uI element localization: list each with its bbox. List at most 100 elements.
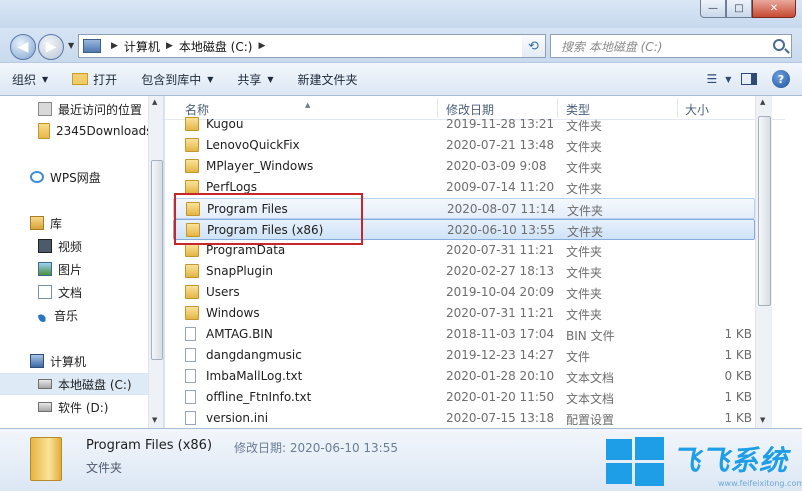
drive-icon xyxy=(38,402,52,412)
folder-icon xyxy=(185,180,199,194)
new-folder-label: 新建文件夹 xyxy=(297,72,358,87)
file-date: 2020-01-28 20:10 xyxy=(446,369,555,383)
windows-logo-icon xyxy=(606,437,664,486)
breadcrumb-computer[interactable]: 计算机 xyxy=(124,38,160,55)
video-icon xyxy=(38,239,52,253)
nav-item-local-disk-c[interactable]: 本地磁盘 (C:) xyxy=(0,373,150,395)
file-date: 2009-07-14 11:20 xyxy=(446,180,555,194)
view-options-button[interactable]: ☰ ▼ xyxy=(704,67,734,91)
file-type: 文件夹 xyxy=(567,225,604,239)
file-name: ImbaMallLog.txt xyxy=(206,369,303,383)
nav-item-recent-places[interactable]: 最近访问的位置 xyxy=(0,98,150,120)
document-icon xyxy=(38,285,52,299)
file-name: AMTAG.BIN xyxy=(206,327,273,341)
file-row-snapplugin[interactable]: SnapPlugin 2020-02-27 18:13 文件夹 xyxy=(173,261,755,282)
file-date: 2020-03-09 9:08 xyxy=(446,159,547,173)
file-row-lenovoquickfix[interactable]: LenovoQuickFix 2020-07-21 13:48 文件夹 xyxy=(173,135,755,156)
file-type: BIN 文件 xyxy=(566,329,615,343)
search-input[interactable]: 搜索 本地磁盘 (C:) xyxy=(550,34,792,58)
scroll-down-icon[interactable]: ▼ xyxy=(760,416,765,424)
file-date: 2020-07-15 13:18 xyxy=(446,411,555,425)
scrollbar-thumb[interactable] xyxy=(758,116,771,306)
scrollbar-thumb[interactable] xyxy=(151,160,163,360)
folder-large-icon xyxy=(30,437,62,481)
file-name: ProgramData xyxy=(206,243,286,257)
file-row-version-ini[interactable]: version.ini 2020-07-15 13:18 配置设置 1 KB xyxy=(173,408,755,428)
address-bar[interactable]: ▶ 计算机 ▶ 本地磁盘 (C:) ▶ ▼ xyxy=(78,34,540,58)
file-list-scrollbar[interactable]: ▲ ▼ xyxy=(755,96,772,428)
breadcrumb-separator-icon[interactable]: ▶ xyxy=(258,41,265,51)
forward-button[interactable]: ▶ xyxy=(38,34,64,60)
file-type: 文件夹 xyxy=(566,161,603,175)
file-name: PerfLogs xyxy=(206,180,258,194)
close-button[interactable]: ✕ xyxy=(752,0,796,18)
nav-item-computer[interactable]: 计算机 xyxy=(0,350,150,372)
annotation-highlight-box xyxy=(174,193,363,245)
maximize-button[interactable]: □ xyxy=(726,0,752,18)
organize-label: 组织 xyxy=(12,72,37,87)
folder-icon xyxy=(185,243,199,257)
watermark-url: www.feifeixitong.com xyxy=(718,479,802,488)
scroll-up-icon[interactable]: ▲ xyxy=(760,98,765,106)
nav-item-label: 软件 (D:) xyxy=(58,400,109,415)
computer-icon xyxy=(83,39,101,53)
sort-ascending-icon: ▲ xyxy=(305,101,311,109)
file-name: version.ini xyxy=(206,411,269,425)
window-controls: — □ ✕ xyxy=(700,0,796,18)
nav-item-software-d[interactable]: 软件 (D:) xyxy=(0,396,150,418)
organize-button[interactable]: 组织 ▼ xyxy=(0,63,60,95)
nav-item-libraries[interactable]: 库 xyxy=(0,212,150,234)
nav-item-2345downloads[interactable]: 2345Downloads xyxy=(0,120,150,142)
back-button[interactable]: ◀ xyxy=(10,34,36,60)
file-type: 文件夹 xyxy=(566,119,603,133)
chevron-down-icon: ▼ xyxy=(725,74,732,84)
nav-item-label: 本地磁盘 (C:) xyxy=(58,377,132,392)
nav-item-music[interactable]: 音乐 xyxy=(0,304,150,326)
file-type: 文件夹 xyxy=(566,287,603,301)
nav-item-wps-cloud[interactable]: WPS网盘 xyxy=(0,166,150,188)
file-row-windows[interactable]: Windows 2020-07-31 11:21 文件夹 xyxy=(173,303,755,324)
scroll-up-icon[interactable]: ▲ xyxy=(152,98,157,106)
recent-places-icon xyxy=(38,102,52,116)
details-item-name: Program Files (x86) xyxy=(86,438,213,453)
open-folder-icon xyxy=(72,73,89,85)
share-button[interactable]: 共享 ▼ xyxy=(225,63,285,95)
title-bar: — □ ✕ xyxy=(0,0,802,28)
folder-icon xyxy=(185,306,199,320)
file-row-imbamalllog[interactable]: ImbaMallLog.txt 2020-01-28 20:10 文本文档 0 KB xyxy=(173,366,755,387)
file-date: 2019-10-04 20:09 xyxy=(446,285,555,299)
scroll-down-icon[interactable]: ▼ xyxy=(152,416,157,424)
file-row-offline-ftninfo[interactable]: offline_FtnInfo.txt 2020-01-20 11:50 文本文档 1… xyxy=(173,387,755,408)
search-icon[interactable] xyxy=(773,39,785,51)
nav-item-pictures[interactable]: 图片 xyxy=(0,258,150,280)
minimize-button[interactable]: — xyxy=(700,0,726,18)
breadcrumb-separator-icon[interactable]: ▶ xyxy=(166,41,173,51)
recent-pages-dropdown-icon[interactable]: ▼ xyxy=(68,41,74,50)
details-item-type: 文件夹 xyxy=(86,461,123,475)
file-type: 配置设置 xyxy=(566,413,615,427)
file-name: MPlayer_Windows xyxy=(206,159,314,173)
file-date: 2020-07-31 11:21 xyxy=(446,243,555,257)
help-button[interactable]: ? xyxy=(772,70,790,88)
new-folder-button[interactable]: 新建文件夹 xyxy=(286,63,370,95)
navigation-bar: ◀ ▶ ▼ ▶ 计算机 ▶ 本地磁盘 (C:) ▶ ▼ ⟲ 搜索 本地磁盘 (C… xyxy=(0,28,802,62)
cloud-icon xyxy=(30,171,44,183)
file-row-mplayer-windows[interactable]: MPlayer_Windows 2020-03-09 9:08 文件夹 xyxy=(173,156,755,177)
file-row-amtag-bin[interactable]: AMTAG.BIN 2018-11-03 17:04 BIN 文件 1 KB xyxy=(173,324,755,345)
preview-pane-button[interactable] xyxy=(734,67,764,91)
file-row-dangdangmusic[interactable]: dangdangmusic 2019-12-23 14:27 文件 1 KB xyxy=(173,345,755,366)
computer-icon xyxy=(30,354,44,368)
refresh-icon: ⟲ xyxy=(528,38,539,54)
nav-pane-scrollbar[interactable]: ▲ ▼ xyxy=(148,96,163,428)
nav-item-videos[interactable]: 视频 xyxy=(0,235,150,257)
file-row-kugou[interactable]: Kugou 2019-11-28 13:21 文件夹 xyxy=(173,114,755,135)
include-in-library-button[interactable]: 包含到库中 ▼ xyxy=(129,63,225,95)
file-row-users[interactable]: Users 2019-10-04 20:09 文件夹 xyxy=(173,282,755,303)
file-icon xyxy=(185,327,196,341)
open-button[interactable]: 打开 xyxy=(60,63,129,95)
nav-item-documents[interactable]: 文档 xyxy=(0,281,150,303)
chevron-down-icon: ▼ xyxy=(207,74,214,84)
refresh-button[interactable]: ⟲ xyxy=(522,34,546,58)
breadcrumb-local-disk[interactable]: 本地磁盘 (C:) xyxy=(179,38,253,55)
breadcrumb-separator-icon[interactable]: ▶ xyxy=(111,41,118,51)
